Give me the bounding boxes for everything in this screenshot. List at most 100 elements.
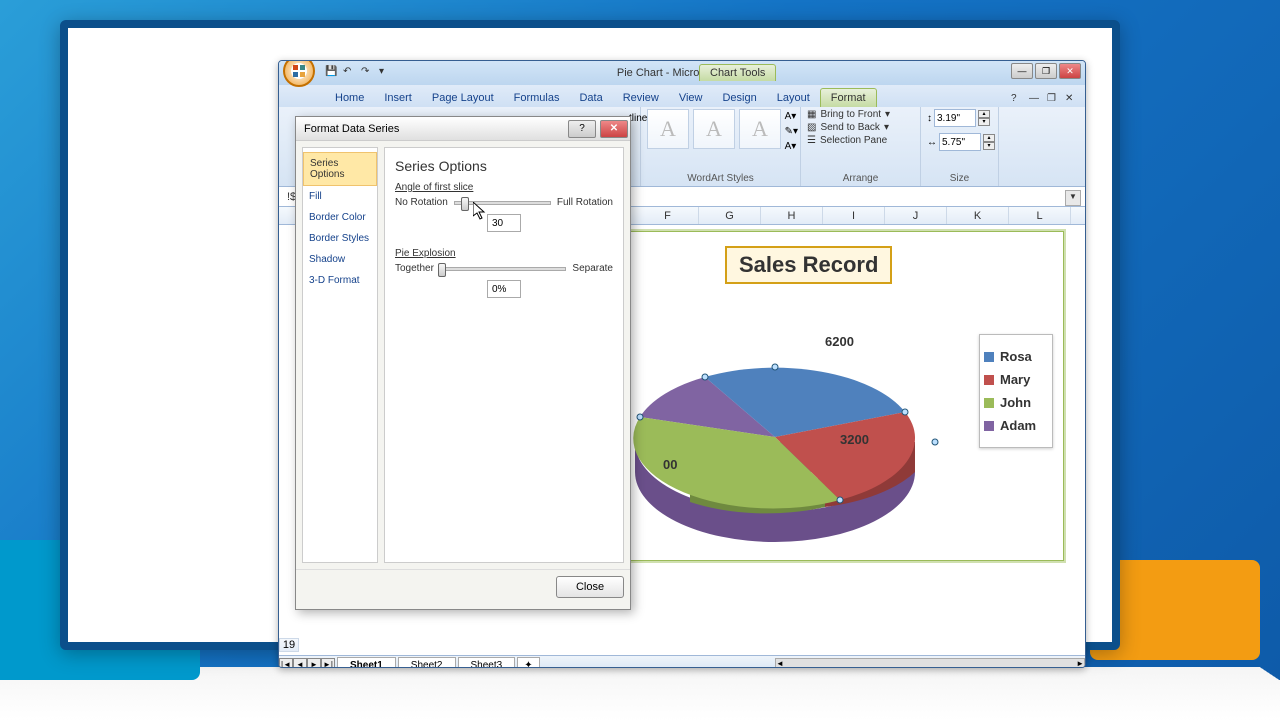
cat-border-color[interactable]: Border Color	[303, 207, 377, 228]
height-down[interactable]: ▾	[978, 118, 990, 126]
explosion-section-title: Pie Explosion	[395, 248, 613, 259]
quick-access-toolbar[interactable]: 💾 ↶ ↷ ▾	[325, 66, 393, 80]
horizontal-scrollbar[interactable]	[775, 658, 1085, 669]
sheet-nav-first[interactable]: |◄	[279, 658, 293, 669]
col-K[interactable]: K	[947, 207, 1009, 224]
sheet-tab-2[interactable]: Sheet2	[398, 657, 456, 669]
explosion-slider-thumb[interactable]	[438, 263, 446, 277]
window-close-icon[interactable]: ✕	[1065, 93, 1079, 107]
sheet-tab-3[interactable]: Sheet3	[458, 657, 516, 669]
shape-width-input[interactable]	[939, 133, 981, 151]
height-up[interactable]: ▴	[978, 110, 990, 118]
chart-legend[interactable]: Rosa Mary John Adam	[979, 334, 1053, 448]
maximize-button[interactable]: ❐	[1035, 63, 1057, 79]
selection-pane-icon: ☰	[807, 135, 816, 146]
tab-format[interactable]: Format	[820, 88, 877, 107]
row-header-19[interactable]: 19	[279, 638, 299, 652]
send-back-icon: ▨	[807, 122, 816, 133]
arrange-group-label: Arrange	[807, 173, 914, 184]
sheet-tab-1[interactable]: Sheet1	[337, 657, 396, 669]
col-G[interactable]: G	[699, 207, 761, 224]
legend-john[interactable]: John	[984, 395, 1048, 410]
tab-page-layout[interactable]: Page Layout	[422, 89, 504, 107]
dialog-title: Format Data Series	[304, 123, 399, 135]
minimize-button[interactable]: —	[1011, 63, 1033, 79]
chart-title[interactable]: Sales Record	[725, 246, 892, 284]
titlebar: 💾↶↷▾ Pie Chart - Microsoft Excel Chart T…	[279, 61, 1085, 85]
text-fill-icon[interactable]: A▾	[785, 111, 798, 122]
redo-icon[interactable]: ↷	[361, 66, 375, 80]
col-I[interactable]: I	[823, 207, 885, 224]
text-effects-icon[interactable]: A▾	[785, 141, 798, 152]
width-down[interactable]: ▾	[983, 142, 995, 150]
series-options-heading: Series Options	[395, 158, 613, 174]
tab-insert[interactable]: Insert	[374, 89, 422, 107]
sheet-nav-next[interactable]: ►	[307, 658, 321, 669]
cat-shadow[interactable]: Shadow	[303, 249, 377, 270]
data-label-john-partial[interactable]: 00	[663, 457, 677, 472]
legend-adam[interactable]: Adam	[984, 418, 1048, 433]
ribbon-tabs: Home Insert Page Layout Formulas Data Re…	[279, 85, 1085, 107]
explosion-value-input[interactable]	[487, 280, 521, 298]
col-H[interactable]: H	[761, 207, 823, 224]
tab-home[interactable]: Home	[325, 89, 374, 107]
text-outline-icon[interactable]: ✎▾	[785, 126, 798, 137]
wordart-group-label: WordArt Styles	[647, 173, 794, 184]
col-L[interactable]: L	[1009, 207, 1071, 224]
cat-fill[interactable]: Fill	[303, 186, 377, 207]
qat-more-icon[interactable]: ▾	[379, 66, 393, 80]
bring-to-front[interactable]: ▦Bring to Front▾	[807, 109, 914, 120]
cat-3d-format[interactable]: 3-D Format	[303, 270, 377, 291]
dialog-titlebar[interactable]: Format Data Series ? ✕	[296, 117, 630, 141]
angle-left-label: No Rotation	[395, 197, 448, 208]
close-button[interactable]: ✕	[1059, 63, 1081, 79]
dialog-close-x[interactable]: ✕	[600, 120, 628, 138]
explosion-slider[interactable]	[440, 267, 566, 271]
shape-height-input[interactable]	[934, 109, 976, 127]
dialog-help-button[interactable]: ?	[568, 120, 596, 138]
save-icon[interactable]: 💾	[325, 66, 339, 80]
pie-chart-plot[interactable]	[595, 292, 955, 552]
office-button[interactable]	[283, 60, 315, 87]
dialog-close-button[interactable]: Close	[556, 576, 624, 598]
angle-slider-thumb[interactable]	[461, 197, 469, 211]
window-restore-icon[interactable]: ❐	[1047, 93, 1061, 107]
selection-pane[interactable]: ☰Selection Pane	[807, 135, 914, 146]
col-F[interactable]: F	[637, 207, 699, 224]
explosion-right-label: Separate	[572, 263, 613, 274]
sheet-nav-prev[interactable]: ◄	[293, 658, 307, 669]
help-icon[interactable]: ?	[1011, 93, 1025, 107]
tab-formulas[interactable]: Formulas	[504, 89, 570, 107]
screen-capture-frame: 💾↶↷▾ Pie Chart - Microsoft Excel Chart T…	[60, 20, 1120, 650]
format-data-series-dialog: Format Data Series ? ✕ Series Options Fi…	[295, 116, 631, 610]
angle-value-input[interactable]	[487, 214, 521, 232]
cat-series-options[interactable]: Series Options	[303, 152, 377, 186]
undo-icon[interactable]: ↶	[343, 66, 357, 80]
tab-review[interactable]: Review	[613, 89, 669, 107]
sheet-nav-last[interactable]: ►|	[321, 658, 335, 669]
wordart-style-3[interactable]: A	[739, 109, 781, 149]
width-up[interactable]: ▴	[983, 134, 995, 142]
tab-data[interactable]: Data	[569, 89, 612, 107]
data-label-rosa[interactable]: 6200	[825, 334, 854, 349]
bring-front-icon: ▦	[807, 109, 816, 120]
tab-view[interactable]: View	[669, 89, 713, 107]
cat-border-styles[interactable]: Border Styles	[303, 228, 377, 249]
tab-design[interactable]: Design	[712, 89, 766, 107]
insert-sheet-button[interactable]: ✦	[517, 657, 539, 669]
send-to-back[interactable]: ▨Send to Back▾	[807, 122, 914, 133]
angle-right-label: Full Rotation	[557, 197, 613, 208]
angle-section-title: Angle of first slice	[395, 182, 613, 193]
legend-rosa[interactable]: Rosa	[984, 349, 1048, 364]
col-J[interactable]: J	[885, 207, 947, 224]
angle-slider[interactable]	[454, 201, 551, 205]
window-min-icon[interactable]: —	[1029, 93, 1043, 107]
wordart-style-1[interactable]: A	[647, 109, 689, 149]
explosion-left-label: Together	[395, 263, 434, 274]
wordart-style-2[interactable]: A	[693, 109, 735, 149]
dialog-content: Series Options Angle of first slice No R…	[384, 147, 624, 563]
legend-mary[interactable]: Mary	[984, 372, 1048, 387]
tab-layout[interactable]: Layout	[767, 89, 820, 107]
size-group-label: Size	[927, 173, 992, 184]
data-label-mary[interactable]: 3200	[840, 432, 869, 447]
